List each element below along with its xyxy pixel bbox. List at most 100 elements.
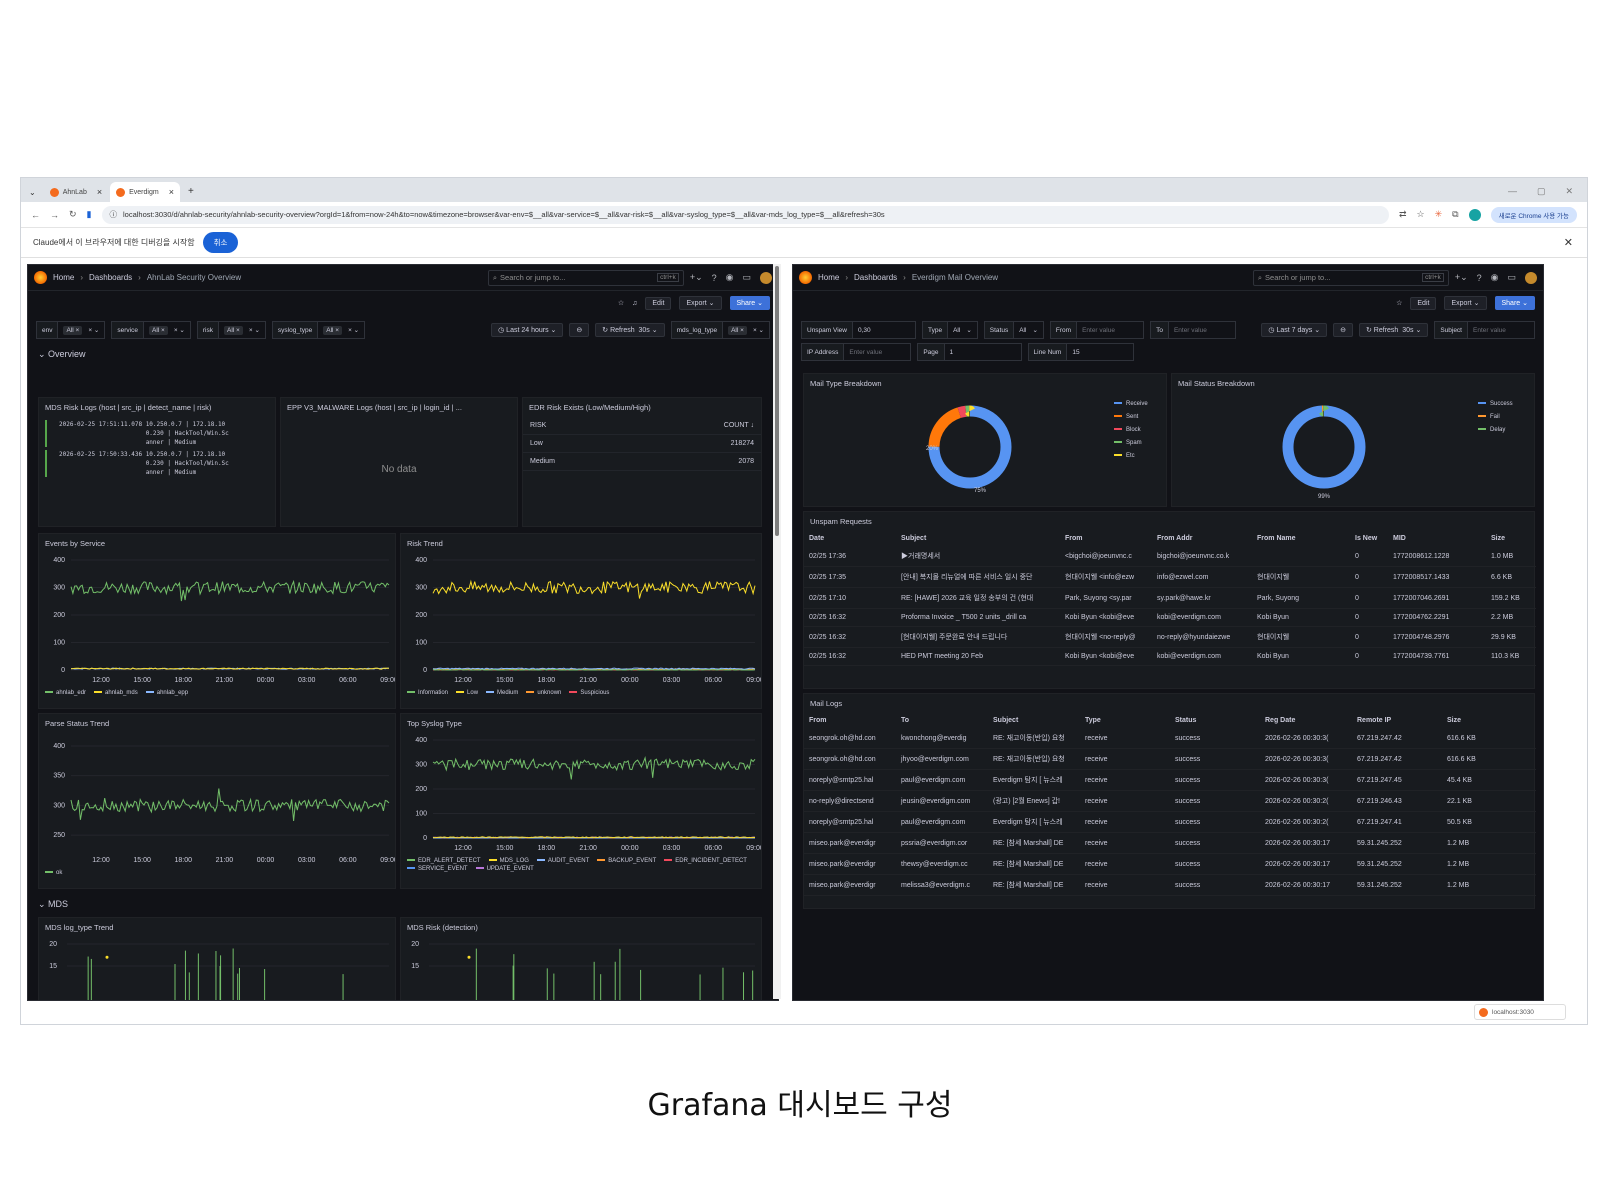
series-line-ahnlab_edr[interactable]: [70, 579, 390, 602]
breadcrumb-home[interactable]: Home: [53, 273, 74, 282]
time-range-picker[interactable]: ◷ Last 7 days ⌄: [1261, 323, 1328, 337]
help-icon[interactable]: ?: [1477, 273, 1482, 283]
export-button[interactable]: Export ⌄: [1444, 296, 1487, 310]
column-header[interactable]: Is New: [1350, 531, 1388, 546]
column-header[interactable]: Date: [804, 531, 896, 546]
forward-icon[interactable]: →: [50, 210, 59, 220]
left-scrollbar[interactable]: [773, 264, 781, 999]
table-row[interactable]: seongrok.oh@hd.con jhyoo@everdigm.com RE: …: [804, 748, 1536, 770]
add-icon[interactable]: +⌄: [1455, 272, 1468, 283]
star-icon[interactable]: ☆: [1396, 299, 1402, 307]
var-status[interactable]: Status All ⌄: [983, 321, 1044, 339]
legend-item[interactable]: ahnlab_epp: [145, 690, 188, 696]
breadcrumb-home[interactable]: Home: [818, 273, 839, 282]
legend-item[interactable]: Block: [1114, 424, 1148, 437]
export-button[interactable]: Export ⌄: [679, 296, 722, 310]
edit-button[interactable]: Edit: [1410, 296, 1437, 310]
star-icon[interactable]: ☆: [618, 299, 624, 307]
kiosk-icon[interactable]: ▭: [1507, 272, 1516, 283]
clear-dropdown-icon[interactable]: × ⌄: [753, 326, 764, 334]
refresh-button[interactable]: ↻ Refresh 30s ⌄: [595, 323, 665, 337]
legend-item[interactable]: Low: [456, 690, 478, 696]
back-icon[interactable]: ←: [31, 210, 40, 220]
var-type[interactable]: Type All ⌄: [921, 321, 978, 339]
series-line-Information[interactable]: [432, 668, 756, 671]
table-row[interactable]: noreply@smtp25.hal paul@everdigm.com Everd…: [804, 811, 1536, 833]
column-header[interactable]: From Addr: [1152, 531, 1252, 546]
grafana-logo-icon[interactable]: [34, 271, 47, 284]
legend-item[interactable]: EDR_ALERT_DETECT: [407, 858, 481, 864]
slice-Success[interactable]: [1282, 405, 1366, 489]
table-row[interactable]: noreply@smtp25.hal paul@everdigm.com Everd…: [804, 769, 1536, 791]
log-line[interactable]: 2026-02-25 17:51:11.078 10.250.0.7 | 172…: [45, 420, 269, 447]
zoom-out-icon[interactable]: ⊖: [569, 323, 590, 337]
series-line-EDR_ALERT_DETECT[interactable]: [432, 756, 756, 780]
legend-item[interactable]: Fail: [1478, 411, 1513, 424]
table-row[interactable]: 02/25 17:10 RE: [HAWE] 2026 교육 일정 송부의 건 (…: [804, 587, 1536, 609]
clear-dropdown-icon[interactable]: × ⌄: [174, 326, 185, 334]
column-header[interactable]: Type: [1080, 713, 1170, 728]
legend-item[interactable]: unknown: [526, 690, 561, 696]
column-header[interactable]: Subject: [896, 531, 1060, 546]
new-tab-icon[interactable]: +: [182, 186, 200, 202]
var-risk[interactable]: risk All × × ⌄: [196, 321, 266, 339]
legend-item[interactable]: Information: [407, 690, 448, 696]
tab-ahnlab[interactable]: AhnLab ×: [44, 182, 108, 202]
var-subject[interactable]: Subject Enter value: [1434, 321, 1535, 339]
legend-item[interactable]: Success: [1478, 398, 1513, 411]
extensions-puzzle-icon[interactable]: ⧉: [1452, 209, 1458, 220]
refresh-button[interactable]: ↻ Refresh 30s ⌄: [1358, 323, 1429, 337]
extension-icon[interactable]: ✳: [1435, 209, 1443, 220]
tab-list-icon[interactable]: ⌄: [25, 188, 42, 202]
column-header[interactable]: To: [896, 713, 988, 728]
kiosk-icon[interactable]: ▭: [742, 272, 751, 283]
clear-dropdown-icon[interactable]: × ⌄: [88, 326, 99, 334]
events-by-service-chart[interactable]: 0 100 200 300 400 12:00 15:00 18:00 21:00 00:00 03…: [39, 552, 395, 688]
url-field[interactable]: ⓘ localhost:3030/d/ahnlab-security/ahnlab…: [101, 205, 1389, 224]
column-header[interactable]: From: [804, 713, 896, 728]
table-row[interactable]: 02/25 17:35 [안내] 복지몰 리뉴얼에 따른 서비스 일시 중단 현대이…: [804, 566, 1536, 588]
var-mds-log-type[interactable]: mds_log_type All × × ⌄: [670, 321, 770, 339]
share-button[interactable]: Share ⌄: [729, 296, 770, 310]
legend-item[interactable]: Delay: [1478, 424, 1513, 437]
reload-icon[interactable]: ↻: [69, 209, 77, 220]
var-to[interactable]: To Enter value: [1150, 321, 1236, 339]
mail-type-donut[interactable]: 75% 20%: [910, 392, 1030, 502]
series-line-Medium[interactable]: [432, 667, 756, 670]
log-line[interactable]: 2026-02-25 17:50:33.436 10.250.0.7 | 172…: [45, 450, 269, 477]
column-header[interactable]: Reg Date: [1260, 713, 1352, 728]
scrollbar-thumb[interactable]: [775, 266, 779, 536]
legend-item[interactable]: Receive: [1114, 398, 1148, 411]
section-overview[interactable]: ⌄ Overview: [28, 345, 778, 364]
minimize-icon[interactable]: —: [1508, 186, 1517, 197]
var-env[interactable]: env All × × ⌄: [36, 321, 106, 339]
localhost-toast[interactable]: localhost:3030: [1474, 1004, 1566, 1020]
series-line-Low[interactable]: [432, 579, 756, 599]
zoom-out-icon[interactable]: ⊖: [1333, 323, 1353, 337]
infobar-close-icon[interactable]: ✕: [1564, 236, 1573, 249]
legend-item[interactable]: AUDIT_EVENT: [536, 858, 589, 864]
table-row[interactable]: seongrok.oh@hd.con kwonchong@everdig RE: 재…: [804, 728, 1536, 749]
restore-icon[interactable]: ▢: [1537, 186, 1546, 197]
translate-icon[interactable]: ⇄: [1399, 209, 1407, 220]
section-mds[interactable]: ⌄ MDS: [28, 895, 78, 914]
column-header[interactable]: Size: [1442, 713, 1536, 728]
legend-item[interactable]: Suspicious: [569, 690, 609, 696]
var-service[interactable]: service All × × ⌄: [111, 321, 191, 339]
table-row[interactable]: no-reply@directsend jeusin@everdigm.com (광…: [804, 790, 1536, 812]
site-info-icon[interactable]: ⓘ: [110, 209, 118, 220]
legend-item[interactable]: Etc: [1114, 450, 1148, 463]
breadcrumb-dashboards[interactable]: Dashboards: [854, 273, 897, 282]
user-avatar[interactable]: [760, 271, 772, 284]
close-tab-icon[interactable]: ×: [169, 187, 174, 197]
column-header[interactable]: From: [1060, 531, 1152, 546]
mail-status-donut[interactable]: 99%: [1264, 392, 1384, 502]
window-close-icon[interactable]: ✕: [1565, 186, 1573, 197]
chrome-update-button[interactable]: 새로운 Chrome 사용 가능: [1490, 206, 1577, 223]
close-tab-icon[interactable]: ×: [97, 187, 102, 197]
parse-status-chart[interactable]: 250 300 350 400 12:00 15:00 18:00 21:00 00:00 03:…: [39, 732, 395, 868]
search-input[interactable]: ⌕ Search or jump to... ctrl+k: [487, 269, 684, 286]
legend-item[interactable]: Spam: [1114, 437, 1148, 450]
var-from[interactable]: From Enter value: [1049, 321, 1145, 339]
table-row[interactable]: 02/25 16:32 Proforma Invoice _ T500 2 uni…: [804, 608, 1536, 627]
